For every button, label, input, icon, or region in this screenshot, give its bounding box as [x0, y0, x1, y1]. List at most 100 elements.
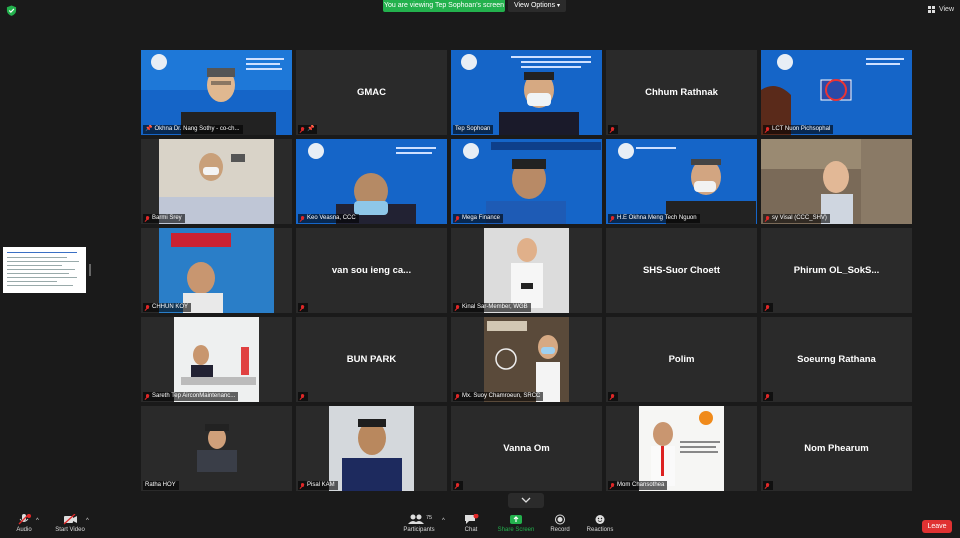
participant-label: Kinal Sar-Member, WGB: [453, 303, 531, 312]
video-options-caret[interactable]: ^: [86, 518, 89, 524]
chat-label: Chat: [464, 527, 478, 533]
mic-muted-icon: [610, 482, 615, 489]
mic-muted-icon: [18, 514, 31, 525]
participant-tile[interactable]: van sou ieng ca...: [296, 228, 447, 313]
participant-tile[interactable]: Sareth Tep AirconMaintenanc...: [141, 317, 292, 402]
mic-muted-icon: [765, 304, 770, 311]
participant-name: Tep Sophoan: [455, 126, 491, 132]
participant-tile[interactable]: Chhum Rathnak: [606, 50, 757, 135]
participant-tile[interactable]: BUN PARK: [296, 317, 447, 402]
participant-label: [763, 392, 773, 401]
share-screen-icon: [510, 515, 522, 524]
participant-name: Mega Finance: [462, 215, 501, 221]
record-icon: [555, 514, 565, 525]
mic-muted-icon: [300, 215, 305, 222]
chevron-down-icon: ▾: [557, 3, 561, 9]
participant-tile[interactable]: GMAC 📌: [296, 50, 447, 135]
audio-options-caret[interactable]: ^: [36, 518, 39, 524]
view-label: View: [938, 6, 954, 13]
participant-video: [141, 406, 292, 491]
participant-video: [141, 317, 292, 402]
participant-video: [296, 406, 447, 491]
participant-tile[interactable]: CHHUN KOY: [141, 228, 292, 313]
participant-label: Mx. Suoy Chamroeun, SRCC: [453, 392, 544, 401]
chevron-up-icon: ^: [442, 518, 445, 524]
audio-button[interactable]: Audio: [12, 514, 36, 533]
participant-name-display: BUN PARK: [346, 354, 397, 365]
leave-button[interactable]: Leave: [922, 520, 952, 533]
participant-tile[interactable]: H.E Okhna Meng Tech Nguon: [606, 139, 757, 224]
participant-tile[interactable]: Phirum OL_SokS...: [761, 228, 912, 313]
participant-label: Tep Sophoan: [453, 125, 494, 134]
participant-tile[interactable]: Kinal Sar-Member, WGB: [451, 228, 602, 313]
participant-name-display: Vanna Om: [503, 443, 550, 454]
participant-tile[interactable]: 📌 Okhna Dr. Nang Sothy - co-ch...: [141, 50, 292, 135]
participant-label: H.E Okhna Meng Tech Nguon: [608, 214, 700, 223]
participant-tile[interactable]: Ratha HOY: [141, 406, 292, 491]
participant-name: LCT Nuon Pichsophal: [772, 126, 831, 132]
participant-label: Ratha HOY: [143, 481, 179, 490]
mic-muted-icon: [455, 304, 460, 311]
participant-tile[interactable]: Mega Finance: [451, 139, 602, 224]
participant-name-display: van sou ieng ca...: [331, 265, 412, 276]
start-video-button[interactable]: Start Video: [53, 514, 87, 533]
participant-label: 📌 Okhna Dr. Nang Sothy - co-ch...: [143, 125, 243, 134]
mic-muted-icon: [610, 126, 615, 133]
participant-tile[interactable]: Barmi Srey: [141, 139, 292, 224]
participant-label: [298, 303, 308, 312]
participant-tile[interactable]: Soeurng Rathana: [761, 317, 912, 402]
mic-muted-icon: [300, 126, 305, 133]
participant-label: sy Visal (CCC_SHV): [763, 214, 830, 223]
participant-video: [141, 139, 292, 224]
participant-tile[interactable]: Keo Veasna, CCC: [296, 139, 447, 224]
view-options-label: View Options: [513, 2, 556, 9]
participant-label: LCT Nuon Pichsophal: [763, 125, 834, 134]
participant-tile[interactable]: Nom Phearum: [761, 406, 912, 491]
participant-name-display: Polim: [668, 354, 695, 365]
mic-muted-icon: [765, 482, 770, 489]
hide-self-view-button[interactable]: [508, 493, 544, 508]
record-button[interactable]: Record: [549, 514, 571, 533]
chevron-down-icon: [521, 497, 531, 503]
participant-name: Okhna Dr. Nang Sothy - co-ch...: [154, 126, 240, 132]
participant-name-display: SHS-Suor Choett: [642, 265, 721, 276]
participants-options-caret[interactable]: ^: [442, 518, 445, 524]
participant-tile-active-speaker[interactable]: Tep Sophoan: [451, 50, 602, 135]
participant-tile[interactable]: Mx. Suoy Chamroeun, SRCC: [451, 317, 602, 402]
reactions-label: Reactions: [586, 527, 614, 533]
view-button[interactable]: View: [927, 4, 954, 16]
participant-label: CHHUN KOY: [143, 303, 192, 312]
mic-muted-icon: [300, 304, 305, 311]
view-options-button[interactable]: View Options ▾: [508, 0, 566, 12]
participant-tile[interactable]: Polim: [606, 317, 757, 402]
participant-video: [606, 139, 757, 224]
chat-button[interactable]: Chat: [462, 514, 480, 533]
participant-tile[interactable]: sy Visal (CCC_SHV): [761, 139, 912, 224]
mic-muted-icon: [765, 126, 770, 133]
top-bar: You are viewing Tep Sophoan's screen Vie…: [0, 0, 960, 22]
participant-name: sy Visal (CCC_SHV): [772, 215, 827, 221]
share-screen-button[interactable]: Share Screen: [497, 514, 535, 533]
reactions-button[interactable]: Reactions: [586, 514, 614, 533]
pin-icon: 📌: [307, 126, 315, 132]
audio-label: Audio: [16, 527, 32, 533]
participant-grid: 📌 Okhna Dr. Nang Sothy - co-ch... GMAC 📌 …: [141, 50, 913, 491]
participant-video: [451, 139, 602, 224]
participant-name: Ratha HOY: [145, 482, 176, 488]
participant-tile[interactable]: Pisal KAM: [296, 406, 447, 491]
participant-tile[interactable]: Mom Chansothea: [606, 406, 757, 491]
shield-icon[interactable]: [6, 5, 17, 16]
participant-tile[interactable]: Vanna Om: [451, 406, 602, 491]
thumbnail-resize-handle[interactable]: [89, 264, 91, 276]
participant-name: Barmi Srey: [152, 215, 182, 221]
shared-screen-thumbnail[interactable]: [3, 247, 86, 293]
mic-muted-icon: [455, 215, 460, 222]
meeting-toolbar: Audio ^ Start Video ^ Participants 75 ^ …: [0, 510, 960, 538]
viewing-screen-banner: You are viewing Tep Sophoan's screen: [383, 0, 505, 12]
participant-tile[interactable]: SHS-Suor Choett: [606, 228, 757, 313]
participant-tile[interactable]: LCT Nuon Pichsophal: [761, 50, 912, 135]
participant-video: [761, 139, 912, 224]
participant-label: [763, 481, 773, 490]
participant-label: Barmi Srey: [143, 214, 185, 223]
participant-name: Keo Veasna, CCC: [307, 215, 356, 221]
